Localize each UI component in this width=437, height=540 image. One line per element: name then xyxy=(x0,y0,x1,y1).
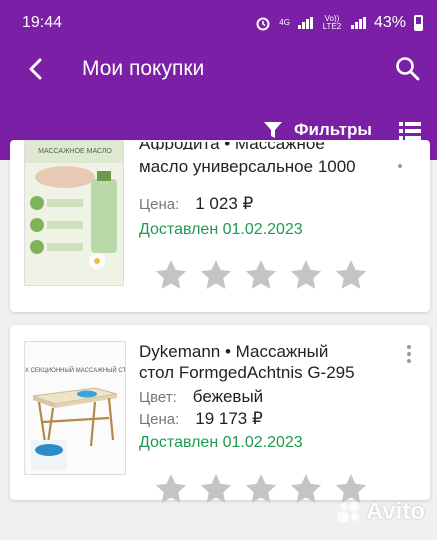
battery-icon xyxy=(414,15,423,31)
order-card[interactable]: 3-Х СЕКЦИОННЫЙ МАССАЖНЫЙ СТОЛ Dykemann •… xyxy=(10,325,430,503)
star-icon[interactable] xyxy=(199,258,233,292)
page-title: Мои покупки xyxy=(82,57,205,80)
back-button[interactable] xyxy=(18,52,52,86)
list-view-icon[interactable] xyxy=(399,122,421,140)
delivery-status: Доставлен 01.02.2023 xyxy=(139,434,303,451)
funnel-icon xyxy=(264,122,282,138)
color-row: Цвет: бежевый xyxy=(139,387,264,406)
svg-text:3-Х СЕКЦИОННЫЙ МАССАЖНЫЙ СТОЛ: 3-Х СЕКЦИОННЫЙ МАССАЖНЫЙ СТОЛ xyxy=(25,366,126,374)
star-icon[interactable] xyxy=(244,258,278,292)
dot-icon xyxy=(407,344,411,349)
status-time: 19:44 xyxy=(22,14,63,31)
price-row: Цена: 1 023 ₽ xyxy=(139,194,254,213)
watermark: Avito xyxy=(336,498,425,526)
filters-button[interactable]: Фильтры xyxy=(262,119,372,141)
star-icon[interactable] xyxy=(199,472,233,506)
delivery-status: Доставлен 01.02.2023 xyxy=(139,221,303,238)
product-name[interactable]: Dykemann • Массажный стол FormgedAchtnis… xyxy=(139,341,390,383)
massage-table-image: 3-Х СЕКЦИОННЫЙ МАССАЖНЫЙ СТОЛ xyxy=(25,342,126,474)
rating-stars[interactable] xyxy=(154,258,368,292)
dot-icon xyxy=(407,351,411,356)
more-options-button[interactable] xyxy=(395,158,405,168)
more-options-button[interactable] xyxy=(404,343,414,365)
avito-logo-icon xyxy=(336,502,359,523)
search-icon xyxy=(396,57,420,81)
chevron-left-icon xyxy=(29,58,42,80)
alarm-icon xyxy=(256,17,270,31)
product-image[interactable]: МАССАЖНОЕ МАСЛО xyxy=(24,140,124,286)
star-icon[interactable] xyxy=(289,472,323,506)
network-4g-icon: 4G xyxy=(279,18,290,27)
status-icons: 4G Vo)) LTE2 43% xyxy=(255,14,423,32)
product-image[interactable]: 3-Х СЕКЦИОННЫЙ МАССАЖНЫЙ СТОЛ xyxy=(24,341,126,475)
status-bar: 19:44 4G Vo)) LTE2 43% xyxy=(0,0,437,46)
dot-icon xyxy=(407,359,411,364)
color-value: бежевый xyxy=(192,387,264,406)
signal-icon xyxy=(297,17,313,29)
star-icon[interactable] xyxy=(244,472,278,506)
search-button[interactable] xyxy=(393,54,423,84)
product-name[interactable]: Афродита • Массажное масло универсальное… xyxy=(139,142,390,177)
star-icon[interactable] xyxy=(289,258,323,292)
volte-label: Vo)) LTE2 xyxy=(322,14,342,31)
price-row: Цена: 19 173 ₽ xyxy=(139,409,263,428)
price-value: 1 023 ₽ xyxy=(195,194,254,213)
star-icon[interactable] xyxy=(154,472,188,506)
order-card[interactable]: МАССАЖНОЕ МАСЛО Афродита • Массажное мас… xyxy=(10,140,430,312)
star-icon[interactable] xyxy=(334,258,368,292)
massage-oil-image: МАССАЖНОЕ МАСЛО xyxy=(25,141,123,269)
app-bar: Мои покупки xyxy=(0,46,437,92)
star-icon[interactable] xyxy=(154,258,188,292)
dot-icon xyxy=(398,164,402,168)
battery-percent: 43% xyxy=(373,14,406,31)
svg-text:МАССАЖНОЕ МАСЛО: МАССАЖНОЕ МАСЛО xyxy=(38,148,112,155)
filters-label: Фильтры xyxy=(294,120,372,139)
signal-2-icon xyxy=(350,17,366,29)
price-value: 19 173 ₽ xyxy=(195,409,263,428)
